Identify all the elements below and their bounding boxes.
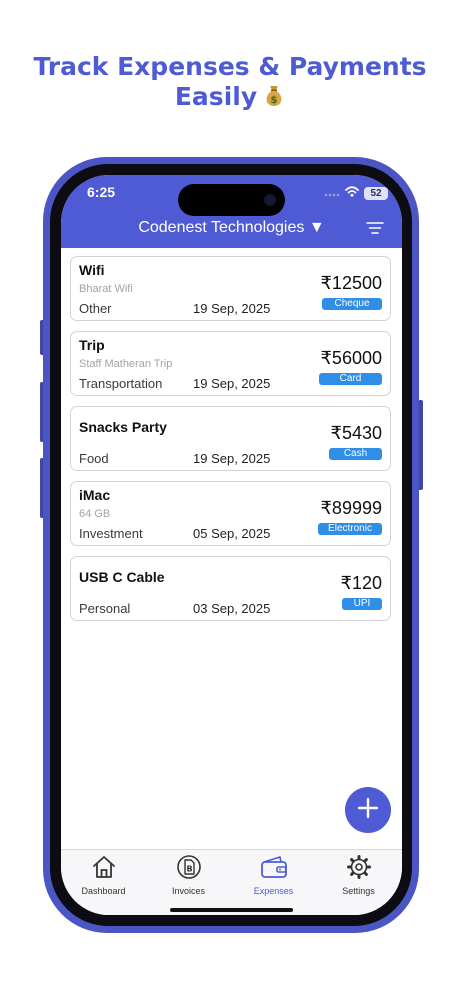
house-icon — [91, 856, 117, 884]
tab-expenses[interactable]: Expenses — [231, 854, 316, 896]
status-icons: 52 — [324, 184, 388, 202]
filter-menu-button[interactable] — [366, 221, 384, 240]
home-indicator[interactable] — [170, 908, 293, 912]
expense-amount: ₹120 — [340, 573, 382, 593]
payment-badge: UPI — [342, 598, 382, 610]
battery-indicator: 52 — [364, 186, 388, 200]
tab-label: Invoices — [171, 886, 206, 896]
payment-badge: Cheque — [322, 298, 382, 310]
camera-icon — [264, 194, 276, 206]
expense-list: Wifi Bharat Wifi Other 19 Sep, 2025 ₹125… — [70, 256, 391, 631]
expense-category: Transportation — [79, 376, 163, 391]
svg-text:B: B — [186, 865, 192, 874]
headline-line-1: Track Expenses & Payments — [33, 52, 427, 81]
expense-amount: ₹12500 — [320, 273, 382, 293]
plus-icon — [357, 797, 379, 823]
expense-date: 05 Sep, 2025 — [193, 526, 271, 541]
invoice-icon: B — [176, 855, 202, 884]
tab-label: Dashboard — [81, 886, 126, 896]
filter-lines-icon — [366, 222, 384, 239]
status-time: 6:25 — [87, 184, 116, 200]
expense-title: Wifi — [79, 262, 105, 278]
add-expense-button[interactable] — [345, 787, 391, 833]
expense-date: 19 Sep, 2025 — [193, 451, 271, 466]
expense-date: 03 Sep, 2025 — [193, 601, 271, 616]
expense-date: 19 Sep, 2025 — [193, 301, 271, 316]
expense-card-imac[interactable]: iMac 64 GB Investment 05 Sep, 2025 ₹8999… — [70, 481, 391, 546]
expense-card-trip[interactable]: Trip Staff Matheran Trip Transportation … — [70, 331, 391, 396]
expense-title: Snacks Party — [79, 419, 167, 435]
svg-text:$: $ — [271, 95, 278, 106]
expense-category: Investment — [79, 526, 143, 541]
promo-headline: Track Expenses & Payments Easily $ — [0, 52, 460, 115]
expense-amount: ₹56000 — [320, 348, 382, 368]
wallet-icon — [260, 856, 288, 884]
expense-title: iMac — [79, 487, 111, 503]
expense-subtitle: 64 GB — [79, 508, 111, 520]
expense-card-wifi[interactable]: Wifi Bharat Wifi Other 19 Sep, 2025 ₹125… — [70, 256, 391, 321]
tab-settings[interactable]: Settings — [316, 854, 401, 896]
expense-date: 19 Sep, 2025 — [193, 376, 271, 391]
money-bag-icon: $ — [263, 84, 285, 115]
app-screen: 6:25 52 Codenest Technologies ▼ Wifi Bha… — [61, 175, 402, 915]
expense-title: USB C Cable — [79, 569, 165, 585]
tab-label: Settings — [342, 886, 375, 896]
gear-icon — [346, 855, 372, 884]
expense-category: Personal — [79, 601, 131, 616]
expense-card-usb-c-cable[interactable]: USB C Cable Personal 03 Sep, 2025 ₹120 U… — [70, 556, 391, 621]
expense-subtitle: Staff Matheran Trip — [79, 358, 173, 370]
expense-amount: ₹5430 — [330, 423, 383, 443]
app-header: 6:25 52 Codenest Technologies ▼ — [61, 175, 402, 248]
bottom-tab-bar: Dashboard B Invoices Expenses Settings — [61, 849, 402, 915]
expense-subtitle: Bharat Wifi — [79, 283, 133, 295]
expense-title: Trip — [79, 337, 105, 353]
tab-dashboard[interactable]: Dashboard — [61, 854, 146, 896]
wifi-icon — [345, 184, 359, 202]
tab-label: Expenses — [253, 886, 294, 896]
expense-amount: ₹89999 — [320, 498, 382, 518]
expense-category: Food — [79, 451, 109, 466]
expense-card-snacks-party[interactable]: Snacks Party Food 19 Sep, 2025 ₹5430 Cas… — [70, 406, 391, 471]
company-selector[interactable]: Codenest Technologies ▼ — [61, 219, 402, 237]
expense-category: Other — [79, 301, 112, 316]
dynamic-island — [178, 184, 285, 216]
signal-icon — [324, 184, 340, 202]
headline-line-2: Easily $ — [0, 82, 460, 115]
payment-badge: Cash — [329, 448, 382, 460]
tab-invoices[interactable]: B Invoices — [146, 854, 231, 896]
payment-badge: Electronic — [318, 523, 382, 535]
payment-badge: Card — [319, 373, 382, 385]
